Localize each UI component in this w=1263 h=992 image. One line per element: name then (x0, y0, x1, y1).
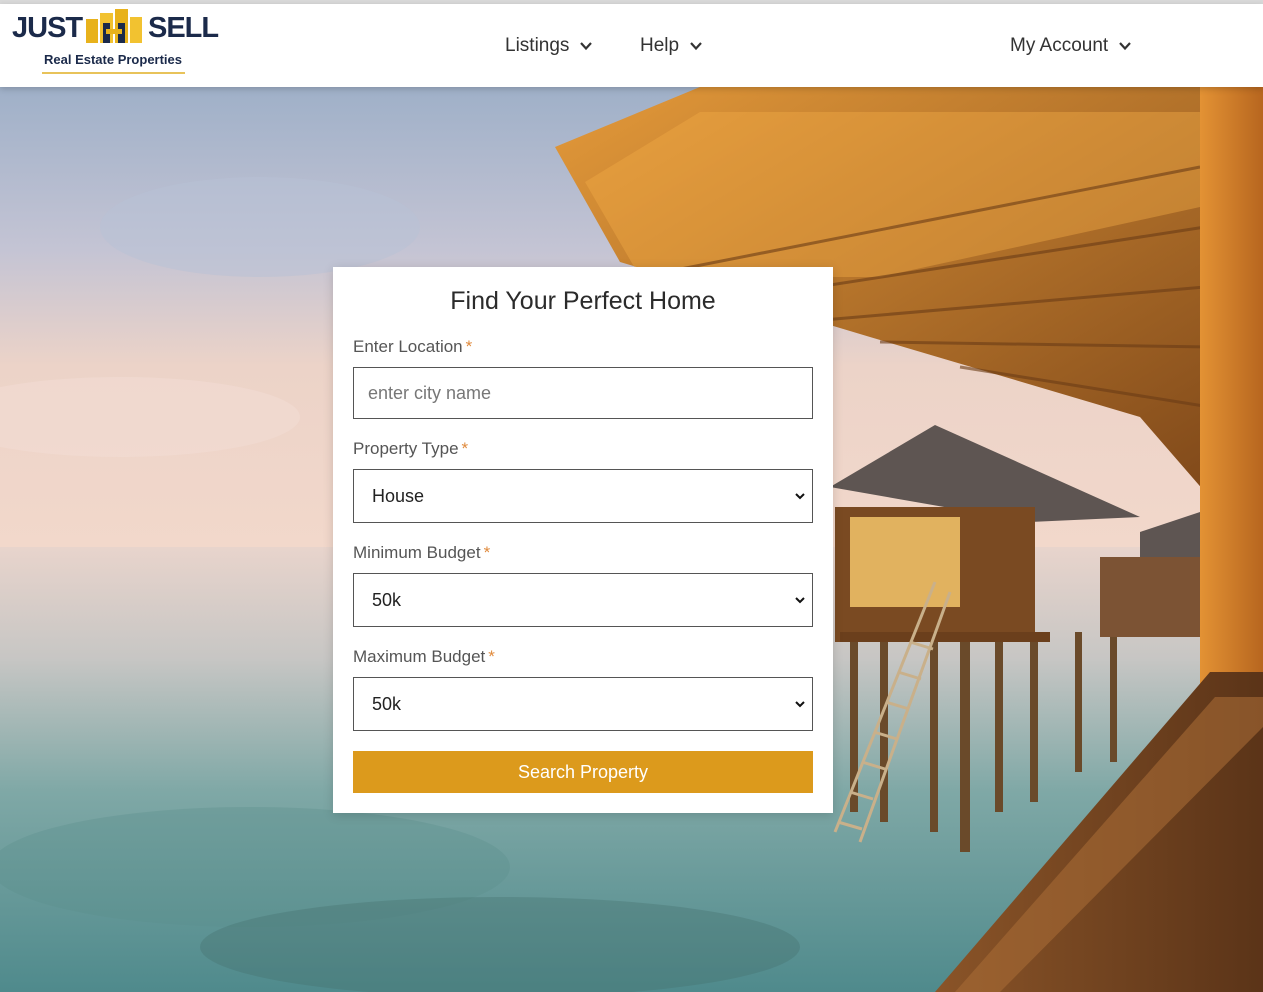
max-budget-value: 50k (372, 693, 402, 714)
logo-word-sell: SELL (148, 12, 219, 44)
nav-listings[interactable]: Listings (505, 33, 593, 59)
chevron-down-icon (1119, 42, 1132, 51)
min-budget-select[interactable]: 50k (353, 573, 813, 627)
max-budget-label-text: Maximum Budget (353, 647, 486, 666)
required-marker: * (483, 543, 491, 562)
chevron-down-icon (795, 597, 805, 604)
building-logo-icon (86, 9, 142, 43)
logo[interactable]: JUST SELL Real Estate Properties (12, 6, 219, 76)
required-marker: * (465, 337, 473, 356)
nav-help[interactable]: Help (640, 33, 703, 59)
max-budget-select[interactable]: 50k (353, 677, 813, 731)
min-budget-label: Minimum Budget * (353, 543, 490, 563)
required-marker: * (461, 439, 469, 458)
nav-my-account[interactable]: My Account (1010, 33, 1132, 59)
property-type-value: House (372, 485, 425, 506)
location-label-text: Enter Location (353, 337, 463, 356)
chevron-down-icon (580, 42, 593, 51)
search-form-title: Find Your Perfect Home (450, 287, 716, 315)
location-input[interactable] (353, 367, 813, 419)
logo-tagline: Real Estate Properties (44, 52, 183, 67)
property-type-select[interactable]: House (353, 469, 813, 523)
nav-listings-label: Listings (505, 35, 570, 56)
chevron-down-icon (795, 493, 805, 500)
logo-word-just: JUST (12, 12, 83, 44)
chevron-down-icon (795, 701, 805, 708)
logo-underline (42, 72, 185, 74)
property-type-label: Property Type * (353, 439, 468, 459)
top-navbar: JUST SELL Real Estate Properties Listing… (0, 4, 1263, 87)
min-budget-label-text: Minimum Budget (353, 543, 481, 562)
min-budget-value: 50k (372, 589, 402, 610)
max-budget-label: Maximum Budget * (353, 647, 495, 667)
nav-help-label: Help (640, 35, 680, 56)
property-search-card: Find Your Perfect Home Enter Location* P… (333, 267, 833, 813)
property-type-label-text: Property Type (353, 439, 459, 458)
nav-my-account-label: My Account (1010, 35, 1109, 56)
required-marker: * (488, 647, 495, 666)
location-label: Enter Location * (353, 337, 472, 357)
search-property-button[interactable]: Search Property (353, 751, 813, 793)
chevron-down-icon (690, 42, 702, 51)
